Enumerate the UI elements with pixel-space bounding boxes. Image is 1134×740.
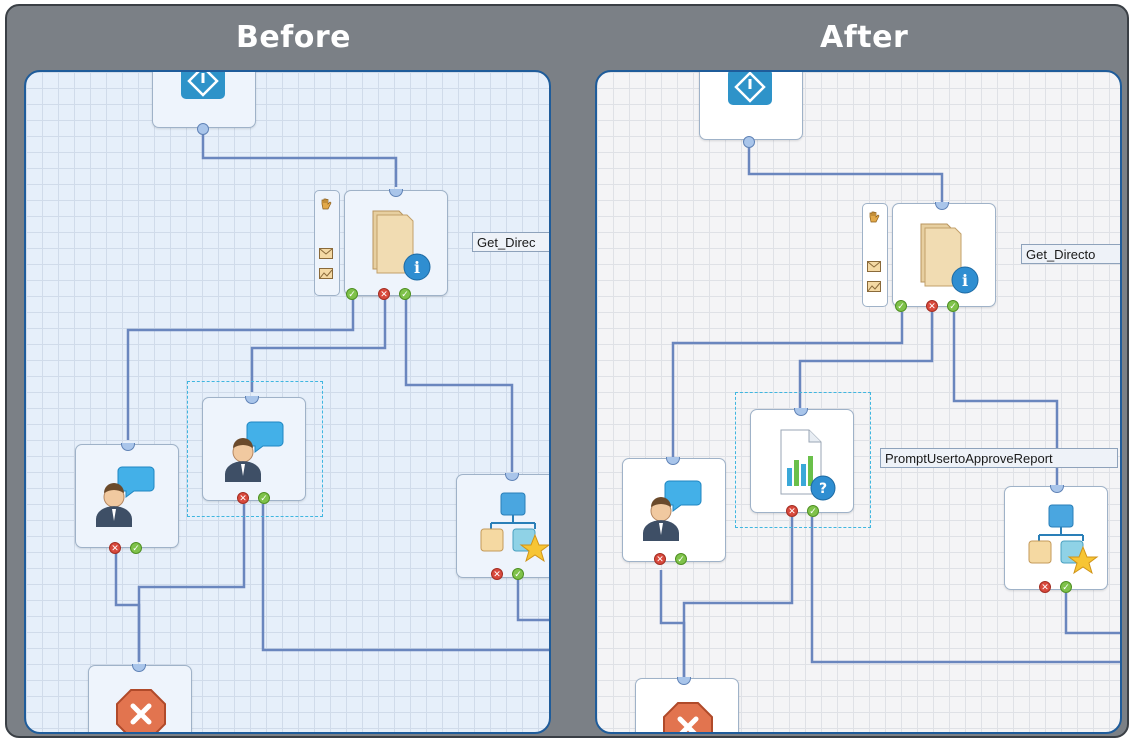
folder-info-icon: i — [367, 205, 431, 286]
prompt-report-label: PromptUsertoApproveReport — [880, 448, 1118, 468]
error-end-node[interactable] — [635, 678, 739, 732]
before-canvas[interactable]: i ✓ ✕ ✓ Get_Direc ✕ ✓ ✕ ✓ ✕ ✓ — [24, 70, 551, 734]
wire-directory-to-selected-prompt — [250, 299, 387, 392]
org-chart-node[interactable] — [456, 474, 549, 578]
wire-start-to-directory — [747, 144, 944, 202]
start-diamond-icon — [177, 72, 231, 108]
report-ok-status[interactable]: ✓ — [807, 505, 819, 517]
report-fail-status[interactable]: ✕ — [786, 505, 798, 517]
start-output-port[interactable] — [743, 136, 755, 148]
error-end-node[interactable] — [88, 665, 192, 732]
wire-left-prompt-to-error — [114, 550, 141, 662]
left-prompt-fail-status[interactable]: ✕ — [109, 542, 121, 554]
directory-action-sidebar — [862, 203, 888, 307]
wire-org-chart-out — [516, 580, 549, 622]
report-question-icon: ? — [775, 426, 839, 507]
report-approval-node[interactable]: ? — [750, 409, 854, 513]
wire-directory-to-org-chart — [404, 299, 514, 472]
wire-start-to-directory — [201, 130, 398, 187]
start-node[interactable] — [152, 72, 256, 128]
directory-ok-status[interactable]: ✓ — [346, 288, 358, 300]
directory-ok-status[interactable]: ✓ — [895, 300, 907, 312]
error-octagon-icon — [115, 688, 167, 732]
wire-left-prompt-to-error — [659, 570, 686, 678]
org-chart-star-icon — [479, 491, 549, 572]
org-chart-fail-status[interactable]: ✕ — [491, 568, 503, 580]
user-prompt-left-node[interactable] — [622, 458, 726, 562]
get-directory-label: Get_Direc — [472, 232, 549, 252]
left-prompt-ok-status[interactable]: ✓ — [675, 553, 687, 565]
start-diamond-icon — [724, 72, 778, 114]
org-chart-star-icon — [1027, 503, 1099, 584]
org-chart-ok-status[interactable]: ✓ — [512, 568, 524, 580]
after-title: After — [820, 20, 909, 55]
directory-fail-status[interactable]: ✕ — [926, 300, 938, 312]
org-chart-node[interactable] — [1004, 486, 1108, 590]
get-directory-node[interactable]: i — [344, 190, 448, 296]
person-speech-icon — [221, 416, 285, 491]
hand-icon — [867, 210, 881, 229]
user-prompt-left-node[interactable] — [75, 444, 179, 548]
left-prompt-fail-status[interactable]: ✕ — [654, 553, 666, 565]
directory-ok2-status[interactable]: ✓ — [947, 300, 959, 312]
svg-text:i: i — [962, 271, 968, 290]
directory-fail-status[interactable]: ✕ — [378, 288, 390, 300]
selected-prompt-ok-status[interactable]: ✓ — [258, 492, 270, 504]
after-canvas[interactable]: i ✓ ✕ ✓ Get_Directo ✕ ✓ ? ✕ ✓ PromptUser… — [595, 70, 1122, 734]
svg-text:?: ? — [819, 481, 827, 497]
person-speech-icon — [639, 475, 703, 550]
envelope-icon — [867, 260, 881, 278]
message-icon — [319, 267, 333, 285]
svg-text:i: i — [414, 258, 420, 277]
directory-ok2-status[interactable]: ✓ — [399, 288, 411, 300]
user-prompt-selected-node[interactable] — [202, 397, 306, 501]
envelope-icon — [319, 247, 333, 265]
selected-prompt-fail-status[interactable]: ✕ — [237, 492, 249, 504]
person-speech-icon — [92, 461, 156, 536]
get-directory-node[interactable]: i — [892, 203, 996, 307]
hand-icon — [319, 197, 333, 216]
org-chart-ok-status[interactable]: ✓ — [1060, 581, 1072, 593]
org-chart-fail-status[interactable]: ✕ — [1039, 581, 1051, 593]
message-icon — [867, 280, 881, 298]
start-node[interactable] — [699, 72, 803, 140]
start-output-port[interactable] — [197, 123, 209, 135]
left-prompt-ok-status[interactable]: ✓ — [130, 542, 142, 554]
folder-info-icon: i — [915, 218, 979, 299]
error-octagon-icon — [662, 701, 714, 732]
wire-org-chart-out — [1064, 593, 1120, 635]
directory-action-sidebar — [314, 190, 340, 296]
get-directory-label: Get_Directo — [1021, 244, 1120, 264]
before-title: Before — [236, 20, 352, 55]
